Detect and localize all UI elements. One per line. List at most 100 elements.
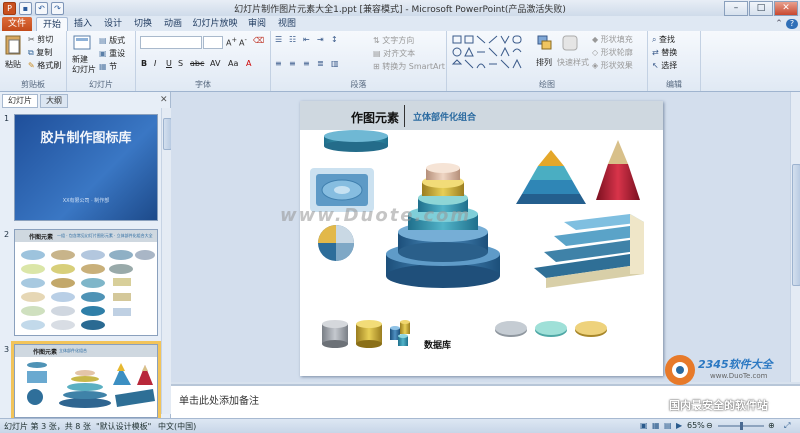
shape-fill-button[interactable]: ◆ 形状填充 — [592, 34, 633, 45]
decrease-indent-icon[interactable]: ⇤ — [303, 35, 310, 44]
font-name-combo[interactable] — [140, 36, 202, 49]
tab-review[interactable]: 审阅 — [244, 17, 270, 31]
slide-thumbnail-3[interactable]: 作图元素 立体部件化组合 — [11, 341, 161, 421]
shape-effects-button[interactable]: ◈ 形状效果 — [592, 60, 633, 71]
zoom-out-icon[interactable]: ⊖ — [706, 421, 713, 430]
strikethrough-icon[interactable]: abc — [190, 59, 204, 68]
tab-view[interactable]: 视图 — [274, 17, 300, 31]
shape-outline-button[interactable]: ◇ 形状轮廓 — [592, 47, 633, 58]
bold-icon[interactable]: B — [141, 59, 147, 68]
format-painter-button[interactable]: ✎ 格式刷 — [28, 60, 61, 71]
reading-view-icon[interactable]: ▤ — [664, 421, 672, 430]
increase-indent-icon[interactable]: ⇥ — [317, 35, 324, 44]
minimize-button[interactable]: – — [724, 1, 748, 16]
clear-format-icon[interactable]: ⌫ — [253, 36, 264, 45]
database-icon-group[interactable] — [322, 320, 410, 348]
paste-icon[interactable] — [4, 34, 22, 56]
change-case-icon[interactable]: Aa — [228, 59, 238, 68]
shadow-icon[interactable]: S — [178, 59, 183, 68]
language-text[interactable]: 中文(中国) — [158, 421, 196, 432]
tab-insert[interactable]: 插入 — [70, 17, 96, 31]
quick-styles-button[interactable]: 快速样式 — [557, 57, 589, 68]
sorter-view-icon[interactable]: ▦ — [652, 421, 660, 430]
align-left-icon[interactable]: ≡ — [275, 59, 282, 68]
line-spacing-icon[interactable]: ↕ — [331, 35, 338, 44]
italic-icon[interactable]: I — [154, 59, 156, 68]
align-center-icon[interactable]: ≡ — [289, 59, 296, 68]
text-direction-button[interactable]: ⇅ 文字方向 — [373, 35, 414, 46]
zoom-in-icon[interactable]: ⊕ — [768, 421, 775, 430]
database-label[interactable]: 数据库 — [424, 338, 451, 351]
effects-icon: ◈ — [592, 61, 599, 70]
collapse-ribbon-icon[interactable]: ⌃ — [774, 17, 784, 31]
close-button[interactable]: ✕ — [774, 1, 798, 16]
theme-name-text[interactable]: "默认设计模板" — [96, 421, 151, 432]
scrollbar-thumb[interactable] — [792, 164, 800, 286]
section-button[interactable]: ▦ 节 — [99, 61, 117, 72]
align-text-button[interactable]: ▤ 对齐文本 — [373, 48, 415, 59]
slide-thumbnail-1[interactable]: 胶片制作图标库 XX有限公司 · 制作部 — [14, 114, 158, 221]
font-color-icon[interactable]: A — [246, 59, 251, 68]
find-button[interactable]: ⌕ 查找 — [652, 34, 675, 45]
bullets-icon[interactable]: ☰ — [275, 35, 282, 44]
red-pyramid-shape[interactable] — [596, 140, 640, 200]
replace-label: 替换 — [661, 48, 678, 57]
shrink-font-icon[interactable]: A- — [239, 36, 247, 48]
tab-file[interactable]: 文件 — [2, 17, 32, 31]
grow-font-icon[interactable]: A+ — [226, 36, 237, 48]
columns-icon[interactable]: ▥ — [331, 59, 339, 68]
shapes-gallery[interactable] — [451, 34, 531, 70]
slideshow-view-icon[interactable]: ▶ — [676, 421, 682, 430]
normal-view-icon[interactable]: ▣ — [640, 421, 648, 430]
flat-disc-row[interactable] — [495, 321, 607, 337]
tab-slideshow[interactable]: 幻灯片放映 — [190, 17, 240, 31]
layout-button[interactable]: ▤ 版式 — [99, 35, 125, 46]
numbering-icon[interactable]: ☷ — [289, 35, 296, 44]
help-icon[interactable]: ? — [786, 19, 798, 29]
slide-subtitle[interactable]: 立体部件化组合 — [413, 110, 476, 123]
group-label: 段落 — [350, 80, 367, 89]
slide-thumbnail-2[interactable]: 作图元素 一组 · 包含常见幻灯片图形元素 · 立体部件化组合大全 — [14, 229, 158, 336]
fit-window-icon[interactable]: ⤢ — [784, 421, 790, 431]
slide-editor-scrollbar[interactable] — [790, 92, 800, 382]
replace-button[interactable]: ⇄ 替换 — [652, 47, 677, 58]
tab-design[interactable]: 设计 — [100, 17, 126, 31]
zoom-level-text[interactable]: 65% — [687, 421, 705, 430]
reset-button[interactable]: ▣ 重设 — [99, 48, 125, 59]
zoom-slider-handle[interactable] — [740, 422, 743, 430]
arrange-icon[interactable] — [537, 35, 553, 55]
pie-circle-shape[interactable] — [318, 225, 354, 261]
group-label: 编辑 — [666, 80, 682, 89]
char-spacing-icon[interactable]: AV — [210, 59, 220, 68]
underline-icon[interactable]: U — [166, 59, 172, 68]
brush-icon: ✎ — [28, 61, 35, 70]
new-slide-button[interactable]: 新建 幻灯片 — [72, 55, 96, 75]
font-size-combo[interactable] — [203, 36, 223, 49]
tab-outline[interactable]: 大纲 — [40, 94, 68, 108]
brand-name: 2345软件大全 — [698, 358, 773, 371]
tab-slides[interactable]: 幻灯片 — [2, 94, 38, 108]
flat-cylinder-shape[interactable] — [324, 130, 388, 152]
align-right-icon[interactable]: ≡ — [303, 59, 310, 68]
tab-animations[interactable]: 动画 — [160, 17, 186, 31]
copy-button[interactable]: ⧉ 复制 — [28, 47, 52, 58]
arrange-button[interactable]: 排列 — [536, 57, 552, 68]
slides-pane-scrollbar[interactable] — [161, 108, 172, 414]
quick-styles-icon[interactable] — [562, 35, 578, 55]
cut-button[interactable]: ✂ 剪切 — [28, 34, 53, 45]
current-slide[interactable]: 作图元素 立体部件化组合 数据库 www.Duote.com — [280, 101, 663, 376]
slide-title[interactable]: 作图元素 — [351, 109, 399, 126]
paste-button[interactable]: 粘贴 — [5, 59, 21, 70]
notes-placeholder[interactable]: 单击此处添加备注 — [179, 392, 259, 407]
new-slide-icon[interactable] — [73, 34, 91, 54]
select-button[interactable]: ↖ 选择 — [652, 60, 677, 71]
maximize-button[interactable]: □ — [749, 1, 773, 16]
convert-smartart-button[interactable]: ⊞ 转换为 SmartArt — [373, 61, 445, 72]
staircase-shape[interactable] — [534, 214, 644, 288]
align-text-icon: ▤ — [373, 49, 381, 58]
tab-transitions[interactable]: 切换 — [130, 17, 156, 31]
justify-icon[interactable]: ≣ — [317, 59, 324, 68]
layered-pyramid-shape[interactable] — [516, 150, 586, 204]
tab-home[interactable]: 开始 — [36, 17, 68, 32]
close-pane-icon[interactable]: ✕ — [160, 95, 168, 105]
